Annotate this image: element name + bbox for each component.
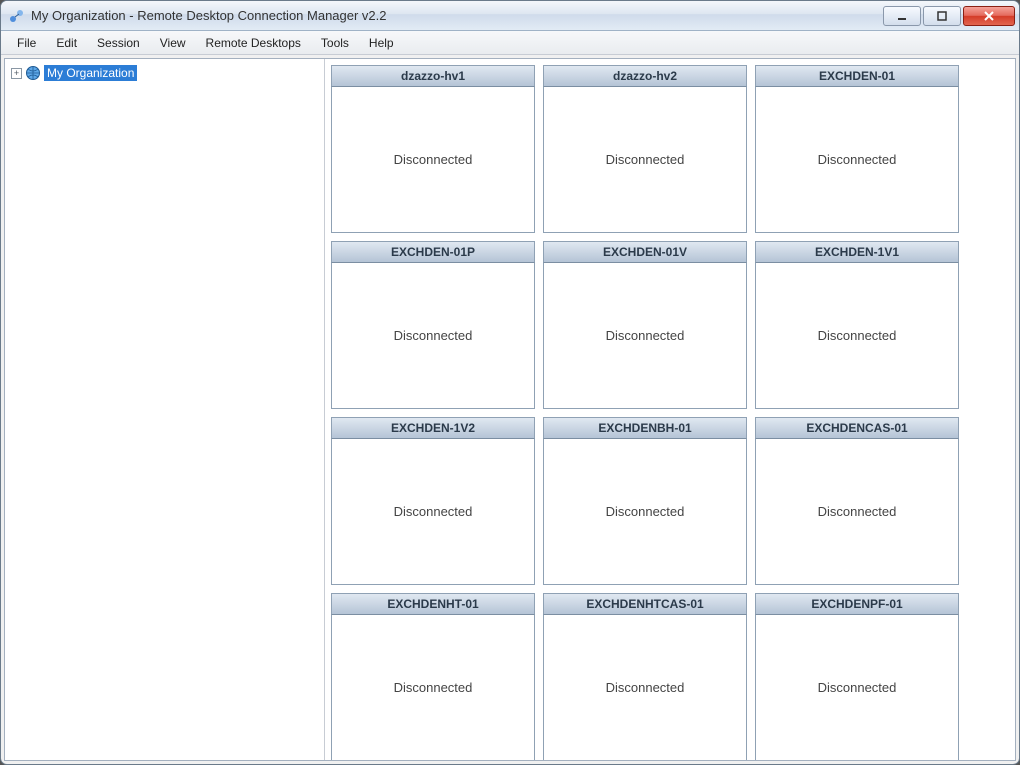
thumbnail-status: Disconnected (755, 87, 959, 233)
titlebar[interactable]: My Organization - Remote Desktop Connect… (1, 1, 1019, 31)
server-thumbnail[interactable]: EXCHDENHTCAS-01Disconnected (543, 593, 747, 760)
thumbnail-title[interactable]: EXCHDEN-1V1 (755, 241, 959, 263)
minimize-button[interactable] (883, 6, 921, 26)
menubar: FileEditSessionViewRemote DesktopsToolsH… (1, 31, 1019, 55)
client-area: +My Organization dzazzo-hv1Disconnectedd… (4, 58, 1016, 761)
thumbnail-status: Disconnected (755, 615, 959, 760)
tree-node[interactable]: + My Organization (11, 63, 322, 83)
tree-node-label[interactable]: My Organization (44, 65, 137, 81)
thumbnail-title[interactable]: EXCHDENBH-01 (543, 417, 747, 439)
thumbnail-title[interactable]: EXCHDEN-01V (543, 241, 747, 263)
server-thumbnail[interactable]: dzazzo-hv1Disconnected (331, 65, 535, 233)
thumbnail-status: Disconnected (331, 615, 535, 760)
menu-remote-desktops[interactable]: Remote Desktops (196, 33, 311, 53)
menu-session[interactable]: Session (87, 33, 150, 53)
thumbnail-title[interactable]: EXCHDENHTCAS-01 (543, 593, 747, 615)
thumbnail-status: Disconnected (331, 263, 535, 409)
server-thumbnail[interactable]: EXCHDENCAS-01Disconnected (755, 417, 959, 585)
server-thumbnail[interactable]: EXCHDEN-1V1Disconnected (755, 241, 959, 409)
server-thumbnail[interactable]: EXCHDENBH-01Disconnected (543, 417, 747, 585)
server-thumbnail[interactable]: EXCHDEN-1V2Disconnected (331, 417, 535, 585)
maximize-icon (937, 11, 947, 21)
server-thumbnail[interactable]: EXCHDEN-01PDisconnected (331, 241, 535, 409)
app-icon (9, 8, 25, 24)
thumbnail-status: Disconnected (543, 263, 747, 409)
server-tree: + My Organization (9, 63, 322, 83)
expand-icon[interactable]: + (11, 68, 22, 79)
menu-tools[interactable]: Tools (311, 33, 359, 53)
thumbnail-title[interactable]: dzazzo-hv1 (331, 65, 535, 87)
maximize-button[interactable] (923, 6, 961, 26)
thumbnail-status: Disconnected (543, 439, 747, 585)
close-button[interactable] (963, 6, 1015, 26)
app-window: My Organization - Remote Desktop Connect… (0, 0, 1020, 765)
server-thumbnail[interactable]: EXCHDENHT-01Disconnected (331, 593, 535, 760)
menu-edit[interactable]: Edit (46, 33, 87, 53)
server-thumbnail[interactable]: dzazzo-hv2Disconnected (543, 65, 747, 233)
thumbnail-status: Disconnected (755, 439, 959, 585)
thumbnail-status: Disconnected (755, 263, 959, 409)
menu-help[interactable]: Help (359, 33, 404, 53)
server-thumbnail[interactable]: EXCHDEN-01Disconnected (755, 65, 959, 233)
thumbnail-grid[interactable]: dzazzo-hv1Disconnecteddzazzo-hv2Disconne… (325, 59, 1015, 760)
tree-panel[interactable]: + My Organization (5, 59, 325, 760)
thumbnail-status: Disconnected (543, 87, 747, 233)
server-thumbnail[interactable]: EXCHDENPF-01Disconnected (755, 593, 959, 760)
thumbnail-title[interactable]: EXCHDEN-01P (331, 241, 535, 263)
menu-file[interactable]: File (7, 33, 46, 53)
thumbnail-title[interactable]: dzazzo-hv2 (543, 65, 747, 87)
server-thumbnail[interactable]: EXCHDEN-01VDisconnected (543, 241, 747, 409)
thumbnail-title[interactable]: EXCHDENHT-01 (331, 593, 535, 615)
menu-view[interactable]: View (150, 33, 196, 53)
window-title: My Organization - Remote Desktop Connect… (31, 8, 881, 23)
thumbnail-title[interactable]: EXCHDENPF-01 (755, 593, 959, 615)
thumbnail-status: Disconnected (331, 439, 535, 585)
thumbnail-title[interactable]: EXCHDENCAS-01 (755, 417, 959, 439)
globe-icon (25, 65, 41, 81)
thumbnail-title[interactable]: EXCHDEN-01 (755, 65, 959, 87)
minimize-icon (897, 11, 907, 21)
thumbnail-title[interactable]: EXCHDEN-1V2 (331, 417, 535, 439)
close-icon (983, 10, 995, 22)
window-controls (881, 6, 1015, 26)
thumbnail-status: Disconnected (543, 615, 747, 760)
thumbnail-status: Disconnected (331, 87, 535, 233)
